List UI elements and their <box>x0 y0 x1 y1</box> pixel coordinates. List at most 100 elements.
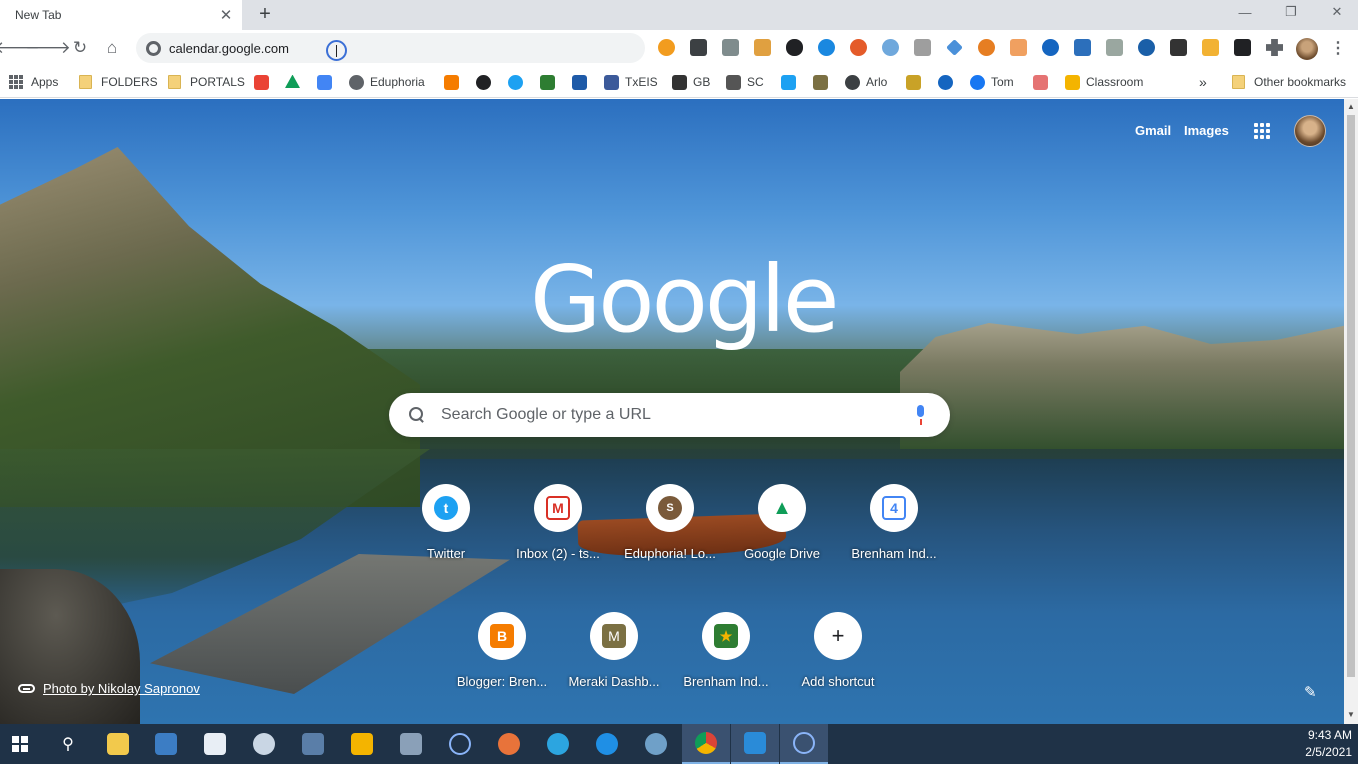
extensions-puzzle-icon[interactable] <box>1266 39 1283 56</box>
taskbar-calculator[interactable] <box>142 724 190 764</box>
tab-new-tab[interactable]: New Tab ✕ <box>0 0 242 30</box>
bookmark-paw[interactable] <box>476 73 497 91</box>
taskbar-recorder[interactable] <box>780 724 828 764</box>
search-box[interactable] <box>389 393 950 437</box>
extension-diamond-icon[interactable] <box>946 39 963 56</box>
customize-pencil-icon[interactable]: ✎ <box>1304 683 1320 701</box>
bookmark-twitter-2[interactable] <box>781 73 802 91</box>
taskbar-window[interactable] <box>191 724 239 764</box>
taskbar-globe[interactable] <box>632 724 680 764</box>
add-shortcut-button[interactable]: + Add shortcut <box>782 596 894 708</box>
taskbar-mail[interactable] <box>731 724 779 764</box>
bookmark-hat[interactable] <box>906 73 927 91</box>
shortcut-google-drive[interactable]: ▲ Google Drive <box>726 468 838 580</box>
extension-honey-icon[interactable] <box>658 39 675 56</box>
shortcut-twitter[interactable]: t Twitter <box>390 468 502 580</box>
extension-tree-icon[interactable] <box>1106 39 1123 56</box>
bookmark-drive[interactable] <box>285 73 306 91</box>
extension-scissors-icon[interactable] <box>722 39 739 56</box>
scroll-up-arrow-icon[interactable]: ▲ <box>1346 102 1356 112</box>
bookmark-tom[interactable]: Tom <box>970 73 1014 91</box>
page-scrollbar[interactable]: ▲ ▼ <box>1344 99 1358 724</box>
extension-caption-icon[interactable] <box>1234 39 1251 56</box>
taskbar-chat[interactable] <box>583 724 631 764</box>
bookmark-folder-other[interactable]: Other bookmarks <box>1232 73 1346 91</box>
maximize-button[interactable]: ❐ <box>1268 0 1314 24</box>
taskbar-paint[interactable] <box>240 724 288 764</box>
account-avatar[interactable] <box>1294 115 1326 147</box>
extension-cloud-icon[interactable] <box>786 39 803 56</box>
taskbar-telegram[interactable] <box>534 724 582 764</box>
bookmark-txeis[interactable]: TxEIS <box>604 73 658 91</box>
bookmark-star[interactable] <box>540 73 561 91</box>
taskbar-keep[interactable] <box>338 724 386 764</box>
taskbar-chrome[interactable] <box>682 724 730 764</box>
extension-arrow-icon[interactable] <box>1010 39 1027 56</box>
photo-credit-link[interactable]: Photo by Nikolay Sapronov <box>18 681 200 696</box>
start-button[interactable] <box>0 724 40 764</box>
extension-screen-icon[interactable] <box>1074 39 1091 56</box>
scroll-down-arrow-icon[interactable]: ▼ <box>1346 710 1356 720</box>
shortcut-label: Add shortcut <box>801 674 875 689</box>
gmail-link[interactable]: Gmail <box>1135 123 1171 138</box>
shortcut-inbox[interactable]: M Inbox (2) - ts... <box>502 468 614 580</box>
extension-radio-icon[interactable] <box>978 39 995 56</box>
profile-avatar-button[interactable] <box>1296 38 1318 60</box>
taskbar-tools[interactable] <box>387 724 435 764</box>
site-info-icon[interactable] <box>146 40 161 56</box>
bookmark-eduphoria[interactable]: Eduphoria <box>349 73 425 91</box>
forward-button[interactable]: 🡒 <box>25 36 71 60</box>
address-url[interactable]: calendar.google.com <box>169 41 289 56</box>
bookmark-tool[interactable] <box>572 73 593 91</box>
bookmark-sc[interactable]: SC <box>726 73 764 91</box>
bookmark-arlo[interactable]: Arlo <box>845 73 887 91</box>
extension-timer-icon[interactable] <box>882 39 899 56</box>
reload-button[interactable]: ↻ <box>68 36 92 60</box>
new-tab-button[interactable]: + <box>254 3 276 25</box>
shortcut-meraki[interactable]: M Meraki Dashb... <box>558 596 670 708</box>
bookmark-classroom[interactable]: Classroom <box>1065 73 1143 91</box>
search-input[interactable] <box>441 406 914 424</box>
taskbar-network[interactable] <box>289 724 337 764</box>
extension-refresh-icon[interactable] <box>818 39 835 56</box>
minimize-button[interactable]: — <box>1222 0 1268 24</box>
google-apps-icon[interactable] <box>1254 123 1270 139</box>
extension-list-icon[interactable] <box>914 39 931 56</box>
system-clock[interactable]: 9:43 AM 2/5/2021 <box>1305 727 1352 761</box>
extension-camera-icon[interactable] <box>690 39 707 56</box>
home-button[interactable]: ⌂ <box>100 36 124 60</box>
shortcut-blogger[interactable]: B Blogger: Bren... <box>446 596 558 708</box>
bookmarks-overflow-button[interactable]: » <box>1199 73 1207 91</box>
bookmark-globe-blue[interactable] <box>938 73 959 91</box>
bookmark-calendar-2[interactable] <box>1033 73 1054 91</box>
extension-k-icon[interactable] <box>1138 39 1155 56</box>
shortcut-brenham-star[interactable]: ★ Brenham Ind... <box>670 596 782 708</box>
bookmark-meraki[interactable] <box>813 73 834 91</box>
extension-ct-icon[interactable] <box>1170 39 1187 56</box>
tab-close-icon[interactable]: ✕ <box>216 5 236 25</box>
bookmark-gmail[interactable] <box>254 73 275 91</box>
extension-party-icon[interactable] <box>1202 39 1219 56</box>
shortcut-brenham-calendar[interactable]: 4 Brenham Ind... <box>838 468 950 580</box>
bookmark-folder-folders[interactable]: FOLDERS <box>79 73 158 91</box>
chrome-menu-icon[interactable]: ⋮ <box>1330 38 1346 58</box>
extension-record-icon[interactable] <box>1042 39 1059 56</box>
shortcut-eduphoria[interactable]: S Eduphoria! Lo... <box>614 468 726 580</box>
taskbar-cortana[interactable] <box>436 724 484 764</box>
bookmark-apps[interactable]: Apps <box>9 73 58 91</box>
bookmark-blogger[interactable] <box>444 73 465 91</box>
microphone-icon[interactable] <box>914 405 928 425</box>
taskbar-s-app[interactable] <box>485 724 533 764</box>
extension-hand-icon[interactable] <box>754 39 771 56</box>
taskbar-search-button[interactable]: ⚲ <box>44 724 92 764</box>
extension-ball-icon[interactable] <box>850 39 867 56</box>
close-window-button[interactable]: ✕ <box>1314 0 1358 24</box>
scroll-thumb[interactable] <box>1347 115 1355 677</box>
bookmark-folder-portals[interactable]: PORTALS <box>168 73 245 91</box>
taskbar-file-explorer[interactable] <box>94 724 142 764</box>
address-bar[interactable]: calendar.google.com <box>136 33 645 63</box>
bookmark-twitter[interactable] <box>508 73 529 91</box>
images-link[interactable]: Images <box>1184 123 1229 138</box>
bookmark-calendar[interactable] <box>317 73 338 91</box>
bookmark-gb[interactable]: GB <box>672 73 710 91</box>
